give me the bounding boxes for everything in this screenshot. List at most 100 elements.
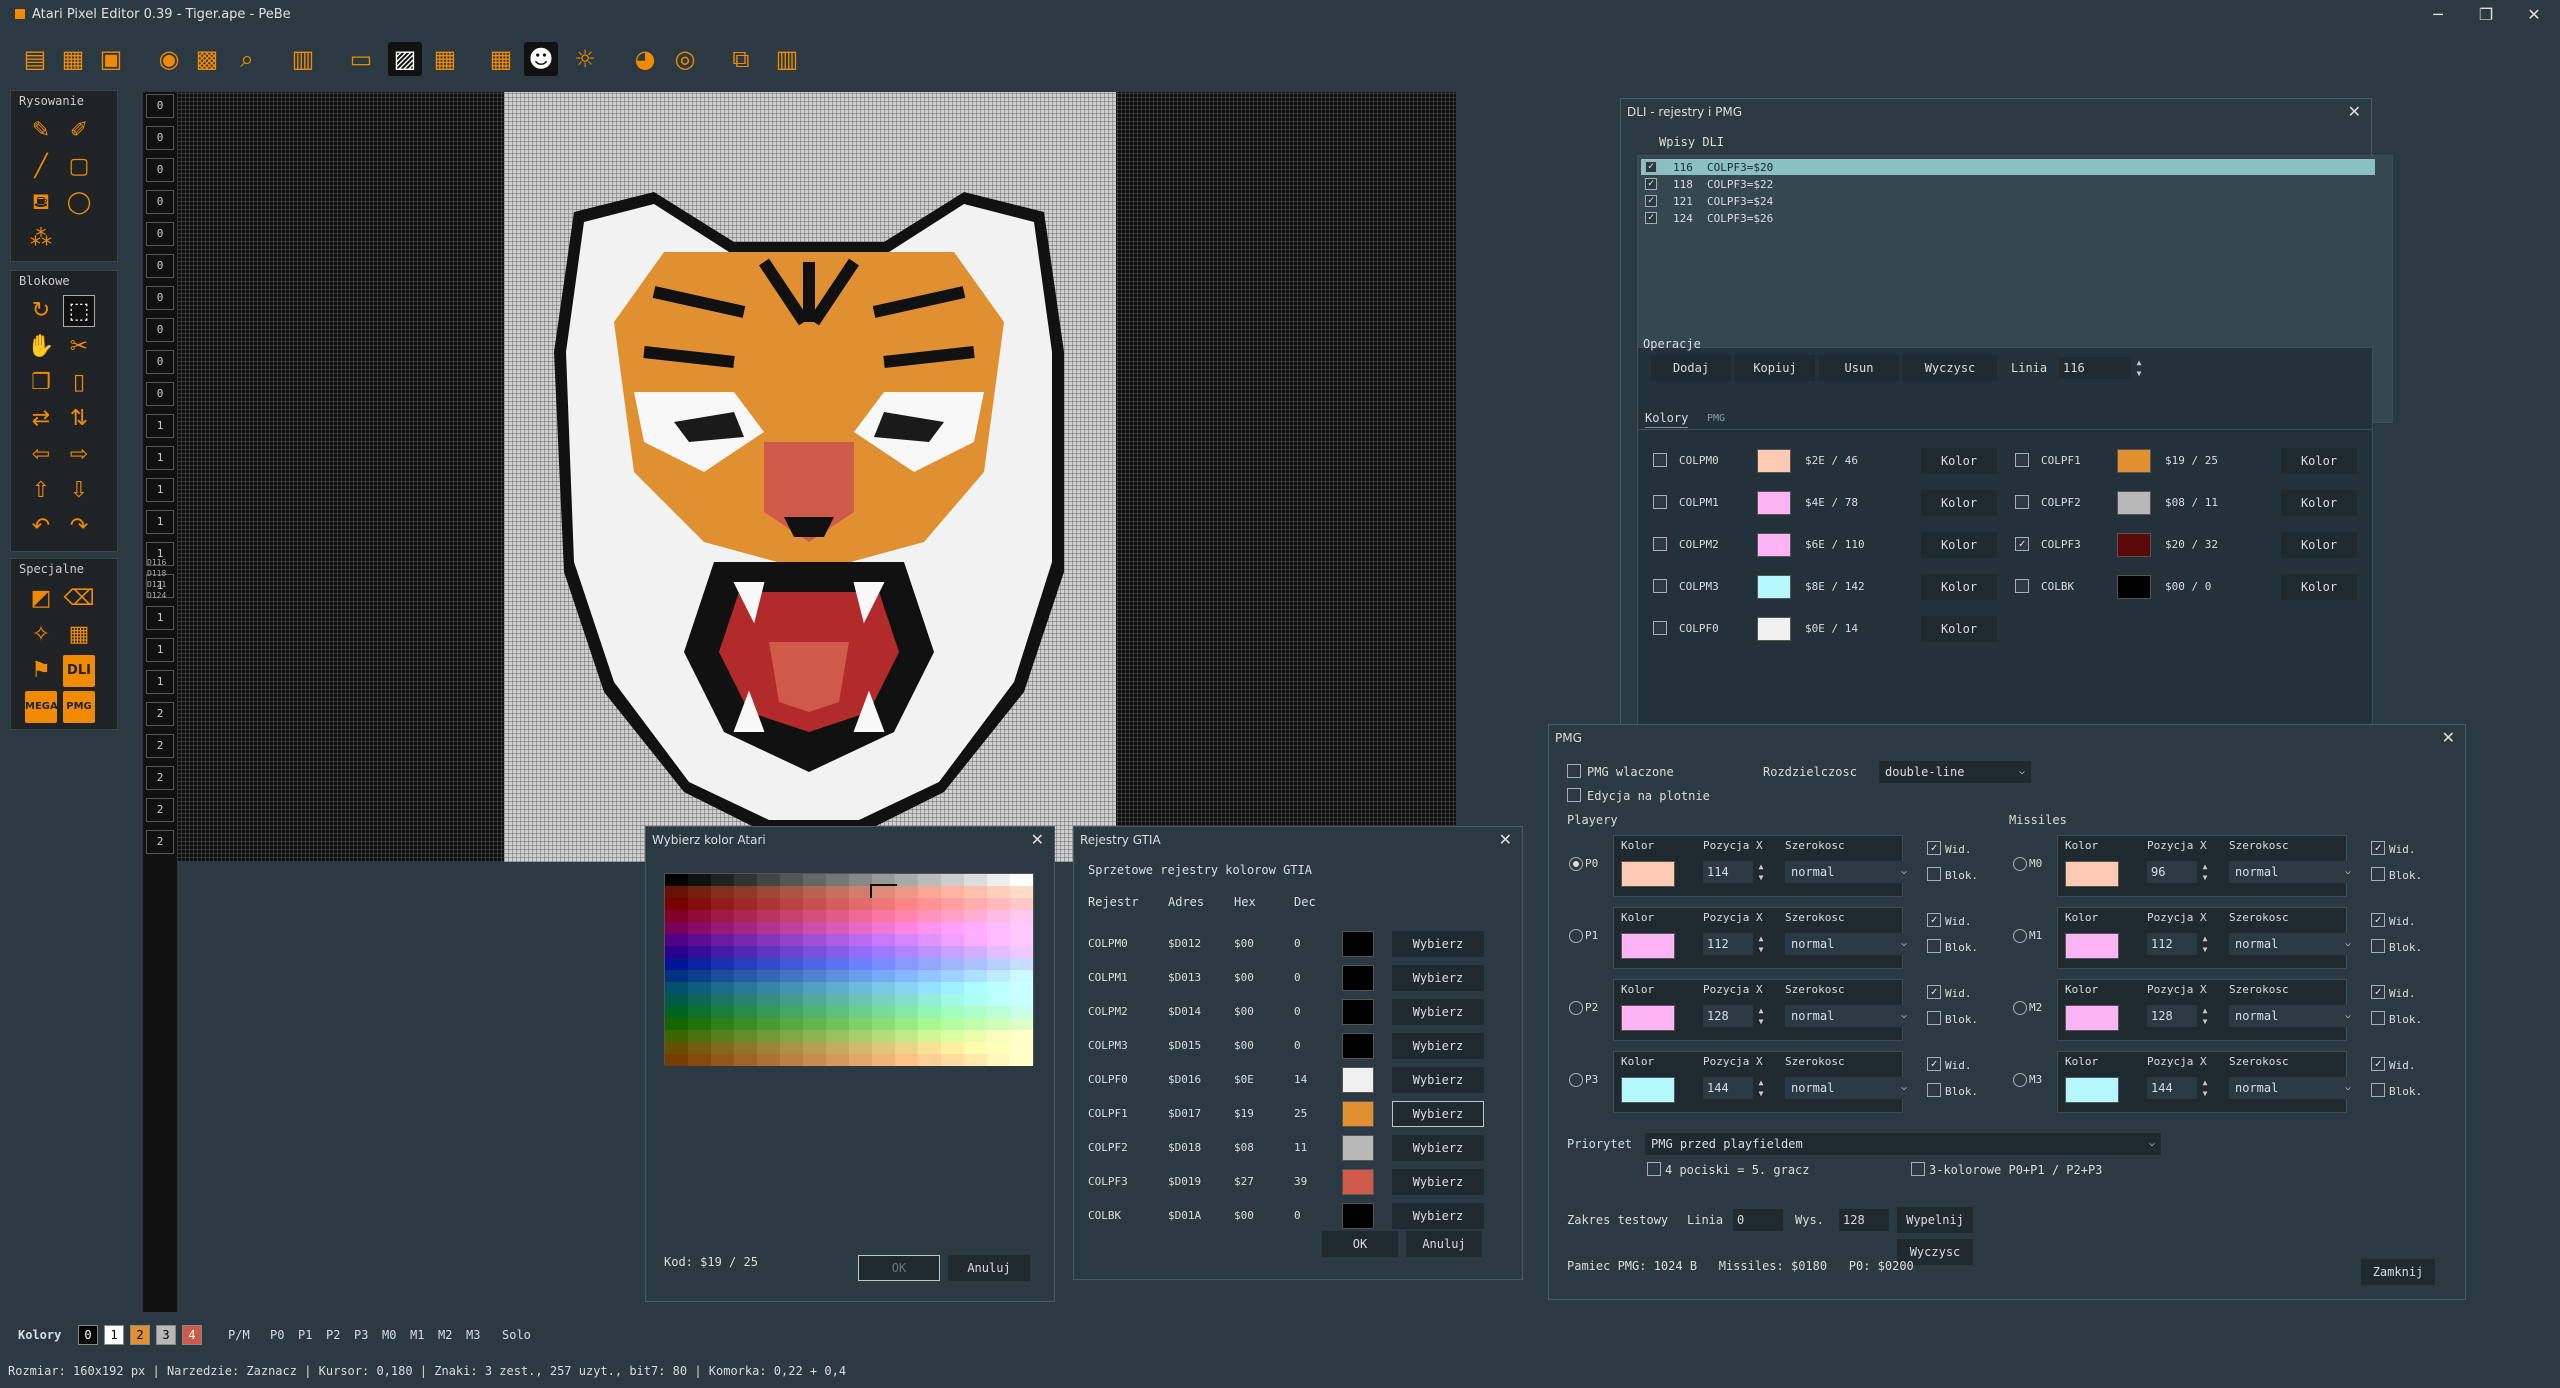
eraser-icon[interactable]: ⌫ xyxy=(63,583,95,615)
palette-cell[interactable] xyxy=(849,946,872,958)
palette-cell[interactable] xyxy=(711,1006,734,1018)
move-up-icon[interactable]: ⇧ xyxy=(25,475,57,507)
spray-icon[interactable]: ⁂ xyxy=(25,223,57,255)
palette-cell[interactable] xyxy=(918,982,941,994)
palette-cell[interactable] xyxy=(895,1018,918,1030)
palette-cell[interactable] xyxy=(872,1018,895,1030)
palette-cell[interactable] xyxy=(1010,922,1033,934)
palette-cell[interactable] xyxy=(895,1030,918,1042)
palette-cell[interactable] xyxy=(688,946,711,958)
dli-clear-button[interactable]: Wyczysc xyxy=(1903,355,1997,381)
pmg-color-swatch[interactable] xyxy=(2065,1005,2119,1031)
color-slot-4[interactable]: 4 xyxy=(182,1325,202,1345)
pmg-width-select[interactable]: normal ⌵ xyxy=(1785,861,1913,883)
palette-cell[interactable] xyxy=(688,970,711,982)
palette-cell[interactable] xyxy=(665,1054,688,1066)
palette-cell[interactable] xyxy=(803,1018,826,1030)
pm-toggle[interactable]: P/M xyxy=(228,1328,250,1342)
palette-cell[interactable] xyxy=(757,934,780,946)
palette-cell[interactable] xyxy=(780,946,803,958)
palette-cell[interactable] xyxy=(872,934,895,946)
palette-cell[interactable] xyxy=(711,946,734,958)
pmg-visible-checkbox[interactable]: ✓ xyxy=(1927,985,1941,999)
pmg-pos-input[interactable]: 114 xyxy=(1703,861,1753,883)
palette-cell[interactable] xyxy=(826,1006,849,1018)
dli-entry-checkbox[interactable]: ✓ xyxy=(1645,161,1657,173)
palette-cell[interactable] xyxy=(964,946,987,958)
priority-select[interactable]: PMG przed playfieldem ⌵ xyxy=(1645,1133,2161,1155)
palette-cell[interactable] xyxy=(711,982,734,994)
grid-lines-icon[interactable]: ▨ xyxy=(388,42,422,76)
palette-cell[interactable] xyxy=(803,1054,826,1066)
mega-tool-button[interactable]: MEGA xyxy=(25,691,58,723)
palette-cell[interactable] xyxy=(987,1030,1010,1042)
palette-cell[interactable] xyxy=(987,922,1010,934)
palette-cell[interactable] xyxy=(688,922,711,934)
palette-cell[interactable] xyxy=(757,1054,780,1066)
paste-icon[interactable]: ▯ xyxy=(63,367,95,399)
palette-cell[interactable] xyxy=(918,1042,941,1054)
palette-cell[interactable] xyxy=(688,1030,711,1042)
palette-cell[interactable] xyxy=(1010,1030,1033,1042)
save-file-icon[interactable]: ▣ xyxy=(94,42,128,76)
palette-cell[interactable] xyxy=(757,958,780,970)
palette-cell[interactable] xyxy=(665,946,688,958)
palette-cell[interactable] xyxy=(941,1006,964,1018)
pmg-pos-input[interactable]: 112 xyxy=(2147,933,2197,955)
pmg-block-checkbox[interactable] xyxy=(2371,939,2385,953)
palette-cell[interactable] xyxy=(918,898,941,910)
open-file-icon[interactable]: ▦ xyxy=(56,42,90,76)
gtia-choose-button[interactable]: Wybierz xyxy=(1392,1169,1484,1195)
palette-cell[interactable] xyxy=(849,922,872,934)
palette-cell[interactable] xyxy=(711,874,734,886)
palette-cell[interactable] xyxy=(964,922,987,934)
palette-cell[interactable] xyxy=(918,934,941,946)
palette-cell[interactable] xyxy=(964,934,987,946)
palette-cell[interactable] xyxy=(895,874,918,886)
pmg-radio[interactable] xyxy=(2013,1073,2027,1087)
gtia-choose-button[interactable]: Wybierz xyxy=(1392,1067,1484,1093)
palette-cell[interactable] xyxy=(734,886,757,898)
palette-cell[interactable] xyxy=(826,946,849,958)
pm-toggle[interactable]: M0 xyxy=(382,1328,396,1342)
palette-cell[interactable] xyxy=(964,886,987,898)
dli-copy-button[interactable]: Kopiuj xyxy=(1735,355,1815,381)
palette-cell[interactable] xyxy=(964,898,987,910)
flip-horizontal-icon[interactable]: ⇄ xyxy=(25,403,57,435)
palette-cell[interactable] xyxy=(1010,1042,1033,1054)
palette-cell[interactable] xyxy=(1010,934,1033,946)
palette-cell[interactable] xyxy=(987,946,1010,958)
dli-remove-button[interactable]: Usun xyxy=(1819,355,1899,381)
color-checkbox[interactable] xyxy=(2015,453,2029,467)
pm-toggle[interactable]: P2 xyxy=(326,1328,340,1342)
palette-cell[interactable] xyxy=(826,958,849,970)
pmg-pos-spinner[interactable]: ▲ ▼ xyxy=(2199,1077,2211,1099)
palette-cell[interactable] xyxy=(734,1030,757,1042)
dli-line-input[interactable]: 116 xyxy=(2059,357,2131,379)
pmg-width-select[interactable]: normal ⌵ xyxy=(2229,1005,2357,1027)
palette-cell[interactable] xyxy=(780,1054,803,1066)
palette-window-close-button[interactable]: ✕ xyxy=(1031,830,1044,849)
palette-cell[interactable] xyxy=(895,994,918,1006)
palette-cell[interactable] xyxy=(780,922,803,934)
palette-cell[interactable] xyxy=(918,910,941,922)
pm-toggle[interactable]: Solo xyxy=(502,1328,531,1342)
target-icon[interactable]: ◎ xyxy=(668,42,702,76)
palette-cell[interactable] xyxy=(757,970,780,982)
pmg-radio[interactable] xyxy=(2013,857,2027,871)
pmg-width-select[interactable]: normal ⌵ xyxy=(1785,933,1913,955)
palette-cell[interactable] xyxy=(780,886,803,898)
palette-cell[interactable] xyxy=(895,958,918,970)
palette-cell[interactable] xyxy=(803,1042,826,1054)
palette-cell[interactable] xyxy=(734,910,757,922)
palette-cell[interactable] xyxy=(711,898,734,910)
palette-cell[interactable] xyxy=(941,994,964,1006)
palette-cell[interactable] xyxy=(711,958,734,970)
palette-cell[interactable] xyxy=(872,898,895,910)
palette-cell[interactable] xyxy=(872,946,895,958)
minimize-button[interactable]: ─ xyxy=(2420,4,2456,26)
gtia-choose-button[interactable]: Wybierz xyxy=(1392,999,1484,1025)
pmg-enabled-checkbox[interactable] xyxy=(1567,764,1581,778)
palette-cell[interactable] xyxy=(1010,982,1033,994)
palette-cell[interactable] xyxy=(941,922,964,934)
